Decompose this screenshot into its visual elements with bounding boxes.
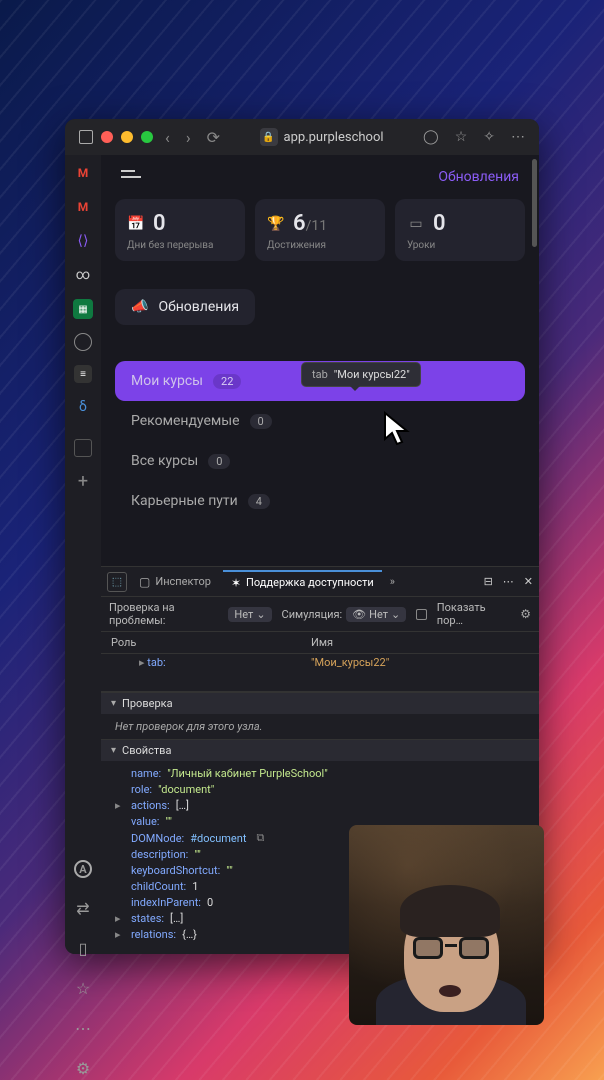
- tree-row[interactable]: tab: "Мои_курсы22": [101, 654, 539, 671]
- stat-days: 📅 0 Дни без перерыва: [115, 199, 245, 261]
- tree-body[interactable]: tab: "Мои_курсы22": [101, 654, 539, 692]
- tree-header: Роль Имя: [101, 632, 539, 654]
- reload-button[interactable]: ⟳: [203, 128, 224, 147]
- tab-label: Мои курсы: [131, 373, 203, 389]
- app-icon-2[interactable]: δ: [73, 397, 93, 417]
- titlebar: ‹ › ⟳ 🔒 app.purpleschool ◯ ☆ ✧ ⋯: [65, 119, 539, 155]
- bookmark-icon[interactable]: ☆: [451, 129, 472, 145]
- tab-badge: 22: [213, 374, 241, 389]
- tab-label: Рекомендуемые: [131, 413, 240, 429]
- sync-icon[interactable]: ⇄: [73, 898, 93, 918]
- copy-icon[interactable]: ⧉: [256, 831, 264, 845]
- overflow-icon[interactable]: ⋯: [507, 129, 529, 145]
- tab-badge: 0: [208, 454, 230, 469]
- scrollbar[interactable]: [532, 159, 537, 247]
- col-role: Роль: [101, 632, 301, 653]
- app-icon[interactable]: ≡: [74, 365, 92, 383]
- browser-tool-dock: A ⇄ ▯ ☆ ⋯ ⚙: [65, 860, 101, 1078]
- link-icon[interactable]: ∞: [73, 265, 93, 285]
- back-button[interactable]: ‹: [161, 128, 174, 147]
- extension-icon[interactable]: ✧: [479, 129, 499, 145]
- book-icon: ▭: [407, 215, 425, 233]
- purpleschool-icon[interactable]: ⟨⟩: [73, 231, 93, 251]
- tooltip-name: "Мои курсы22": [334, 368, 410, 381]
- a11y-tooltip: tab "Мои курсы22": [301, 362, 421, 387]
- row-name: "Мои_курсы22": [311, 656, 389, 669]
- tab-inspector[interactable]: ▢ Инспектор: [131, 571, 219, 593]
- settings-icon[interactable]: ⚙: [73, 1058, 93, 1078]
- url-text: app.purpleschool: [284, 130, 384, 145]
- megaphone-icon: 📣: [131, 299, 148, 315]
- tab-career[interactable]: Карьерные пути 4: [115, 481, 525, 521]
- close-devtools-icon[interactable]: ✕: [524, 575, 533, 588]
- panel-icon[interactable]: [74, 439, 92, 457]
- profile-icon[interactable]: A: [74, 860, 92, 878]
- inspector-icon: ▢: [139, 575, 150, 589]
- address-bar[interactable]: 🔒 app.purpleschool: [232, 128, 411, 146]
- tab-recommended[interactable]: Рекомендуемые 0: [115, 401, 525, 441]
- stat-lessons-label: Уроки: [407, 240, 513, 251]
- tabs-overflow-icon[interactable]: »: [386, 575, 399, 588]
- calendar-icon: 📅: [127, 215, 145, 233]
- stat-achieve-value: 6/11: [293, 211, 327, 236]
- updates-link[interactable]: Обновления: [438, 169, 519, 185]
- gmail-icon[interactable]: M: [73, 163, 93, 183]
- check-problems-select[interactable]: Проверка на проблемы: Нет ⌄: [109, 601, 272, 627]
- traffic-lights: [101, 131, 153, 143]
- row-role: tab:: [111, 656, 311, 669]
- tab-badge: 0: [250, 414, 272, 429]
- tab-badge: 4: [248, 494, 270, 509]
- lock-icon: 🔒: [260, 128, 278, 146]
- stat-lessons-value: 0: [433, 211, 446, 236]
- browser-sidebar: M M ⟨⟩ ∞ ▦ ≡ δ +: [65, 155, 101, 954]
- show-order-checkbox[interactable]: [416, 609, 427, 620]
- trophy-icon: 🏆: [267, 215, 285, 233]
- devtools-menu-icon[interactable]: ⋯: [503, 575, 514, 588]
- simulation-select[interactable]: Симуляция: 👁 Нет ⌄: [282, 607, 407, 622]
- star-icon[interactable]: ☆: [73, 978, 93, 998]
- webcam-overlay: [349, 825, 544, 1025]
- section-properties[interactable]: Свойства: [101, 739, 539, 761]
- maximize-window-icon[interactable]: [141, 131, 153, 143]
- stats-row: 📅 0 Дни без перерыва 🏆 6/11 Достижения ▭…: [101, 199, 539, 261]
- gmail-icon-2[interactable]: M: [73, 197, 93, 217]
- library-icon[interactable]: ▯: [73, 938, 93, 958]
- checks-empty: Нет проверок для этого узла.: [101, 714, 539, 739]
- tooltip-role: tab: [312, 368, 328, 381]
- minimize-window-icon[interactable]: [121, 131, 133, 143]
- updates-button[interactable]: 📣 Обновления: [115, 289, 255, 325]
- col-name: Имя: [301, 632, 343, 653]
- section-checks[interactable]: Проверка: [101, 692, 539, 714]
- element-picker-icon[interactable]: ⬚: [107, 572, 127, 592]
- tab-doc-icon: [79, 130, 93, 144]
- stat-achieve-label: Достижения: [267, 240, 373, 251]
- a11y-toolbar: Проверка на проблемы: Нет ⌄ Симуляция: 👁…: [101, 597, 539, 632]
- tab-label: Все курсы: [131, 453, 198, 469]
- stat-lessons: ▭ 0 Уроки: [395, 199, 525, 261]
- show-order-label: Показать пор…: [437, 601, 510, 627]
- updates-button-label: Обновления: [158, 299, 239, 315]
- menu-icon[interactable]: [121, 176, 141, 178]
- tab-a11y[interactable]: ✶ Поддержка доступности: [223, 570, 382, 594]
- stat-days-label: Дни без перерыва: [127, 240, 233, 251]
- shield-icon[interactable]: ◯: [419, 129, 443, 145]
- stat-achievements: 🏆 6/11 Достижения: [255, 199, 385, 261]
- close-window-icon[interactable]: [101, 131, 113, 143]
- dl-icon[interactable]: ⋯: [73, 1018, 93, 1038]
- forward-button[interactable]: ›: [182, 128, 195, 147]
- a11y-icon: ✶: [231, 576, 241, 590]
- tab-label: Карьерные пути: [131, 493, 238, 509]
- sheets-icon[interactable]: ▦: [73, 299, 93, 319]
- add-tab-icon[interactable]: +: [73, 471, 93, 491]
- responsive-icon[interactable]: ⊟: [484, 575, 493, 588]
- chatgpt-icon[interactable]: [74, 333, 92, 351]
- stat-days-value: 0: [153, 211, 166, 236]
- tab-all-courses[interactable]: Все курсы 0: [115, 441, 525, 481]
- devtools-tabs: ⬚ ▢ Инспектор ✶ Поддержка доступности » …: [101, 567, 539, 597]
- a11y-settings-icon[interactable]: ⚙: [520, 607, 531, 621]
- app-header: Обновления: [101, 155, 539, 199]
